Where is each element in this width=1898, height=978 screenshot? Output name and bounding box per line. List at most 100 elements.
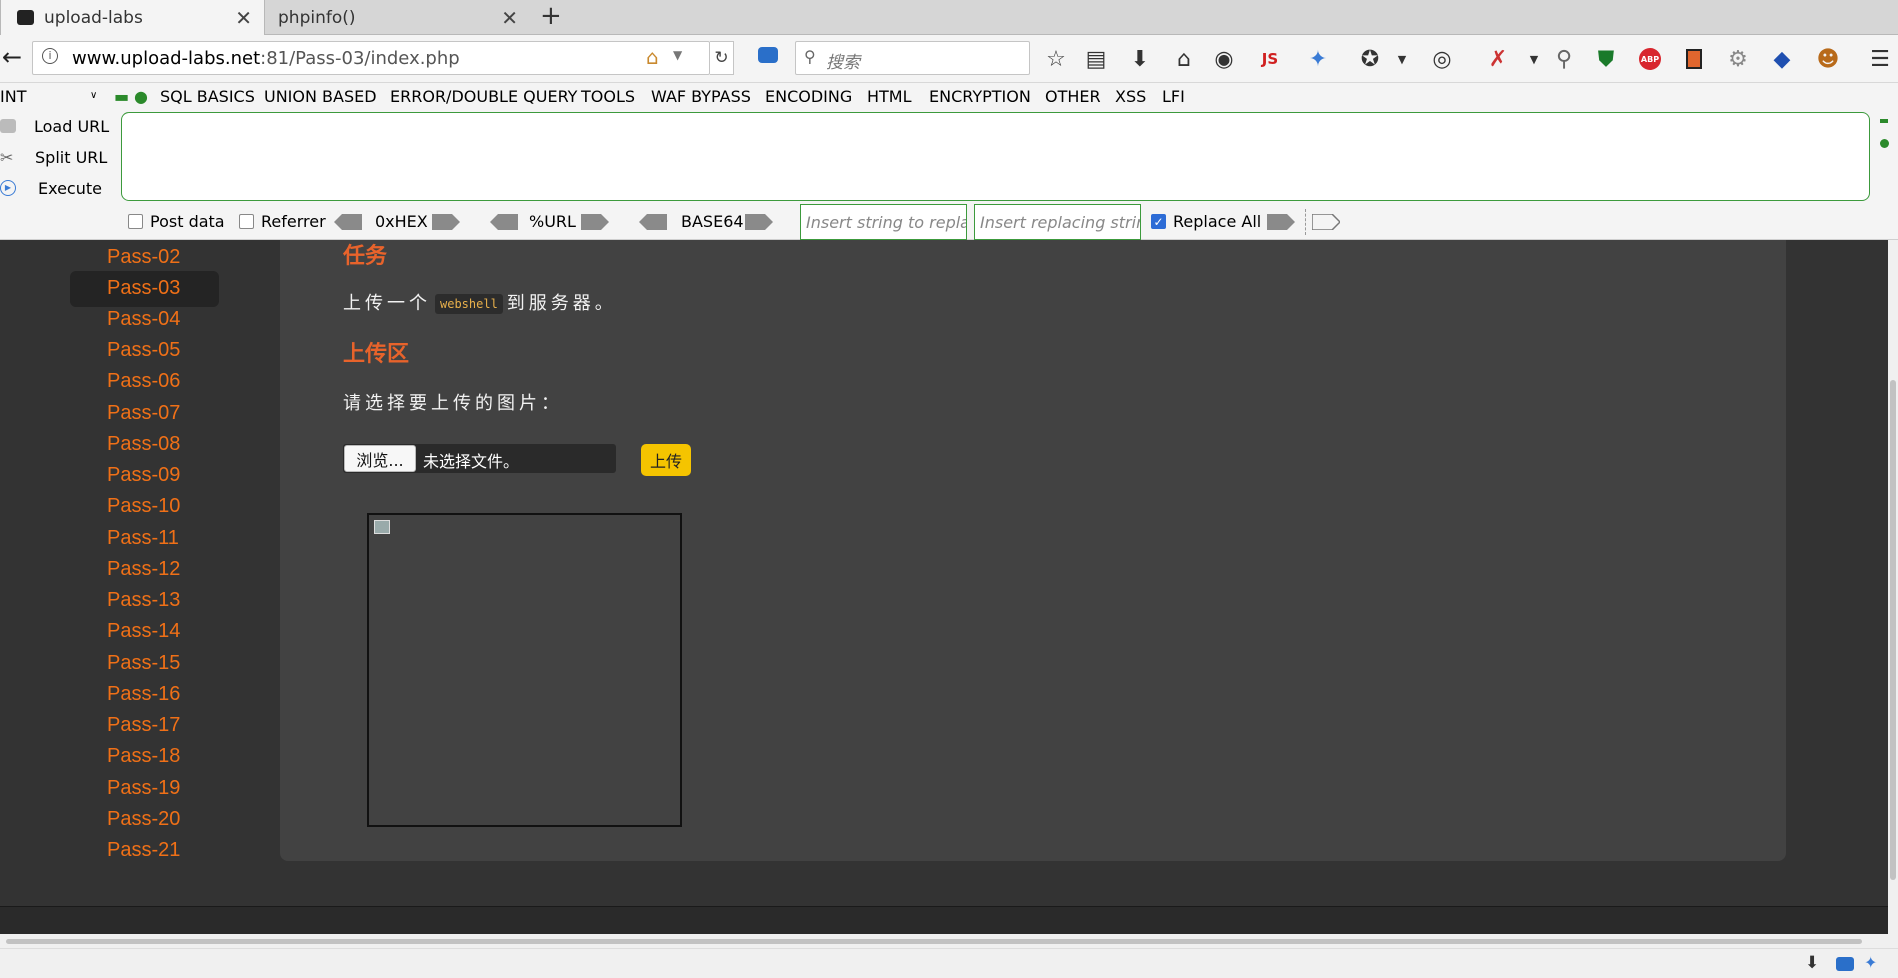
search-box[interactable]: ⚲ 搜索 bbox=[795, 41, 1030, 75]
tamper-icon[interactable]: ✗ bbox=[1484, 45, 1512, 73]
tab-phpinfo[interactable]: phpinfo() ✕ bbox=[266, 0, 530, 35]
decode-right-arrow-icon[interactable] bbox=[745, 214, 773, 230]
insert-string-input[interactable]: Insert string to replace bbox=[800, 204, 967, 240]
scrollbar-thumb[interactable] bbox=[6, 939, 1862, 944]
replace-all-checkbox[interactable]: ✓ Replace All bbox=[1151, 212, 1261, 231]
menu-sql-basics[interactable]: SQL BASICS bbox=[160, 87, 255, 106]
javascript-toggle-icon[interactable]: JS bbox=[1256, 45, 1284, 73]
vertical-scrollbar[interactable] bbox=[1888, 240, 1898, 934]
replace-arrow-icon[interactable] bbox=[1267, 214, 1295, 230]
layers-icon[interactable]: ◆ bbox=[1768, 45, 1796, 73]
minus-icon[interactable]: ▬ bbox=[114, 87, 129, 106]
decode-right-arrow-icon[interactable] bbox=[581, 214, 609, 230]
chevron-down-icon[interactable]: ▼ bbox=[1520, 45, 1548, 73]
back-arrow-icon[interactable]: ← bbox=[2, 43, 22, 71]
menu-lfi[interactable]: LFI bbox=[1162, 87, 1185, 106]
shield-icon[interactable]: ⛊ bbox=[1592, 45, 1620, 73]
reading-list-icon[interactable]: ▤ bbox=[1082, 45, 1110, 73]
insert-replacing-input[interactable]: Insert replacing string bbox=[974, 204, 1141, 240]
close-icon[interactable]: ✕ bbox=[235, 6, 252, 30]
encode-left-arrow-icon[interactable] bbox=[639, 214, 667, 230]
sidebar-item-pass-14[interactable]: Pass-14 bbox=[107, 620, 180, 643]
home-page-icon[interactable]: ⌂ bbox=[646, 45, 659, 69]
menu-error-double-query[interactable]: ERROR/DOUBLE QUERY bbox=[390, 87, 577, 106]
decode-right-arrow-icon[interactable] bbox=[432, 214, 460, 230]
load-url-button[interactable]: Load URL bbox=[0, 112, 109, 140]
menu-tools[interactable]: TOOLS bbox=[581, 87, 635, 106]
close-icon[interactable]: ✕ bbox=[501, 6, 518, 30]
url-bar[interactable]: i www.upload-labs.net:81/Pass-03/index.p… bbox=[32, 41, 710, 75]
menu-waf-bypass[interactable]: WAF BYPASS bbox=[651, 87, 751, 106]
noscript-icon[interactable] bbox=[1680, 45, 1708, 73]
extension-icon[interactable] bbox=[758, 47, 778, 63]
web-developer-icon[interactable]: ✦ bbox=[1864, 953, 1877, 972]
extension-icon[interactable] bbox=[1836, 957, 1854, 971]
magnifier-icon[interactable]: ⚲ bbox=[1550, 45, 1578, 73]
sidebar-item-pass-04[interactable]: Pass-04 bbox=[107, 308, 180, 331]
encode-left-arrow-icon[interactable] bbox=[334, 214, 362, 230]
reload-icon[interactable]: ↻ bbox=[710, 41, 734, 75]
sidebar-item-pass-05[interactable]: Pass-05 bbox=[107, 339, 180, 362]
info-icon[interactable]: i bbox=[42, 48, 58, 64]
gear-icon[interactable]: ⚙ bbox=[1724, 45, 1752, 73]
menu-other[interactable]: OTHER bbox=[1045, 87, 1101, 106]
sidebar-item-pass-08[interactable]: Pass-08 bbox=[107, 433, 180, 456]
sidebar-item-pass-20[interactable]: Pass-20 bbox=[107, 808, 180, 831]
chevron-down-icon[interactable]: ▼ bbox=[673, 48, 682, 62]
browse-button[interactable]: 浏览... bbox=[344, 445, 416, 472]
sidebar-item-pass-07[interactable]: Pass-07 bbox=[107, 402, 180, 425]
sidebar-item-pass-09[interactable]: Pass-09 bbox=[107, 464, 180, 487]
web-developer-icon[interactable]: ✦ bbox=[1304, 45, 1332, 73]
minus-icon[interactable] bbox=[1880, 119, 1888, 123]
menu-encoding[interactable]: ENCODING bbox=[765, 87, 852, 106]
sidebar-item-pass-06[interactable]: Pass-06 bbox=[107, 370, 180, 393]
execute-button[interactable]: ▶ Execute bbox=[0, 174, 102, 202]
sidebar-item-pass-21[interactable]: Pass-21 bbox=[107, 839, 180, 862]
post-data-checkbox[interactable]: Post data bbox=[128, 212, 225, 231]
file-input[interactable]: 浏览... 未选择文件。 bbox=[343, 444, 616, 473]
download-icon[interactable]: ⬇ bbox=[1805, 953, 1819, 973]
sidebar-item-pass-17[interactable]: Pass-17 bbox=[107, 714, 180, 737]
sidebar-item-pass-13[interactable]: Pass-13 bbox=[107, 589, 180, 612]
new-tab-plus-icon[interactable]: + bbox=[540, 1, 562, 31]
monkey-icon[interactable]: ☻ bbox=[1814, 45, 1842, 73]
tab-upload-labs[interactable]: upload-labs ✕ bbox=[0, 0, 265, 35]
checkmark-icon[interactable]: ✓ bbox=[1151, 214, 1166, 229]
checkbox-box[interactable] bbox=[128, 214, 143, 229]
horizontal-scrollbar[interactable] bbox=[0, 934, 1898, 948]
sidebar-item-pass-11[interactable]: Pass-11 bbox=[107, 527, 179, 550]
globe-icon[interactable]: ◉ bbox=[1210, 45, 1238, 73]
palette-icon[interactable]: ✪ bbox=[1356, 45, 1384, 73]
home-icon[interactable]: ⌂ bbox=[1170, 45, 1198, 73]
checkbox-box[interactable] bbox=[239, 214, 254, 229]
url-text[interactable]: www.upload-labs.net:81/Pass-03/index.php bbox=[72, 48, 460, 69]
replace-reverse-arrow-icon[interactable] bbox=[1312, 214, 1340, 230]
sidebar-item-pass-18[interactable]: Pass-18 bbox=[107, 745, 180, 768]
menu-html[interactable]: HTML bbox=[867, 87, 912, 106]
menu-encryption[interactable]: ENCRYPTION bbox=[929, 87, 1031, 106]
plus-icon[interactable]: ● bbox=[134, 87, 148, 106]
hackbar-url-textarea[interactable] bbox=[121, 112, 1870, 201]
upload-button[interactable]: 上传 bbox=[641, 444, 691, 476]
referrer-checkbox[interactable]: Referrer bbox=[239, 212, 326, 231]
bookmark-star-icon[interactable]: ☆ bbox=[1042, 45, 1070, 73]
sidebar-item-pass-02[interactable]: Pass-02 bbox=[107, 246, 180, 269]
menu-union-based[interactable]: UNION BASED bbox=[264, 87, 377, 106]
sidebar-item-pass-12[interactable]: Pass-12 bbox=[107, 558, 180, 581]
chevron-down-icon[interactable]: ▼ bbox=[1388, 45, 1416, 73]
menu-xss[interactable]: XSS bbox=[1115, 87, 1146, 106]
sidebar-item-pass-03[interactable]: Pass-03 bbox=[107, 277, 180, 300]
hackbar-dropdown[interactable]: INT bbox=[0, 87, 26, 106]
sidebar-item-pass-16[interactable]: Pass-16 bbox=[107, 683, 180, 706]
scrollbar-thumb[interactable] bbox=[1890, 380, 1896, 880]
chevron-down-icon[interactable]: ∨ bbox=[90, 90, 97, 101]
eye-icon[interactable]: ◎ bbox=[1428, 45, 1456, 73]
sidebar-item-pass-19[interactable]: Pass-19 bbox=[107, 777, 180, 800]
download-icon[interactable]: ⬇ bbox=[1126, 45, 1154, 73]
split-url-button[interactable]: ✂ Split URL bbox=[0, 143, 107, 171]
hamburger-menu-icon[interactable]: ☰ bbox=[1866, 45, 1894, 73]
sidebar-item-pass-10[interactable]: Pass-10 bbox=[107, 495, 180, 518]
adblock-icon[interactable]: ABP bbox=[1636, 45, 1664, 73]
plus-icon[interactable] bbox=[1880, 139, 1889, 148]
sidebar-item-pass-15[interactable]: Pass-15 bbox=[107, 652, 180, 675]
